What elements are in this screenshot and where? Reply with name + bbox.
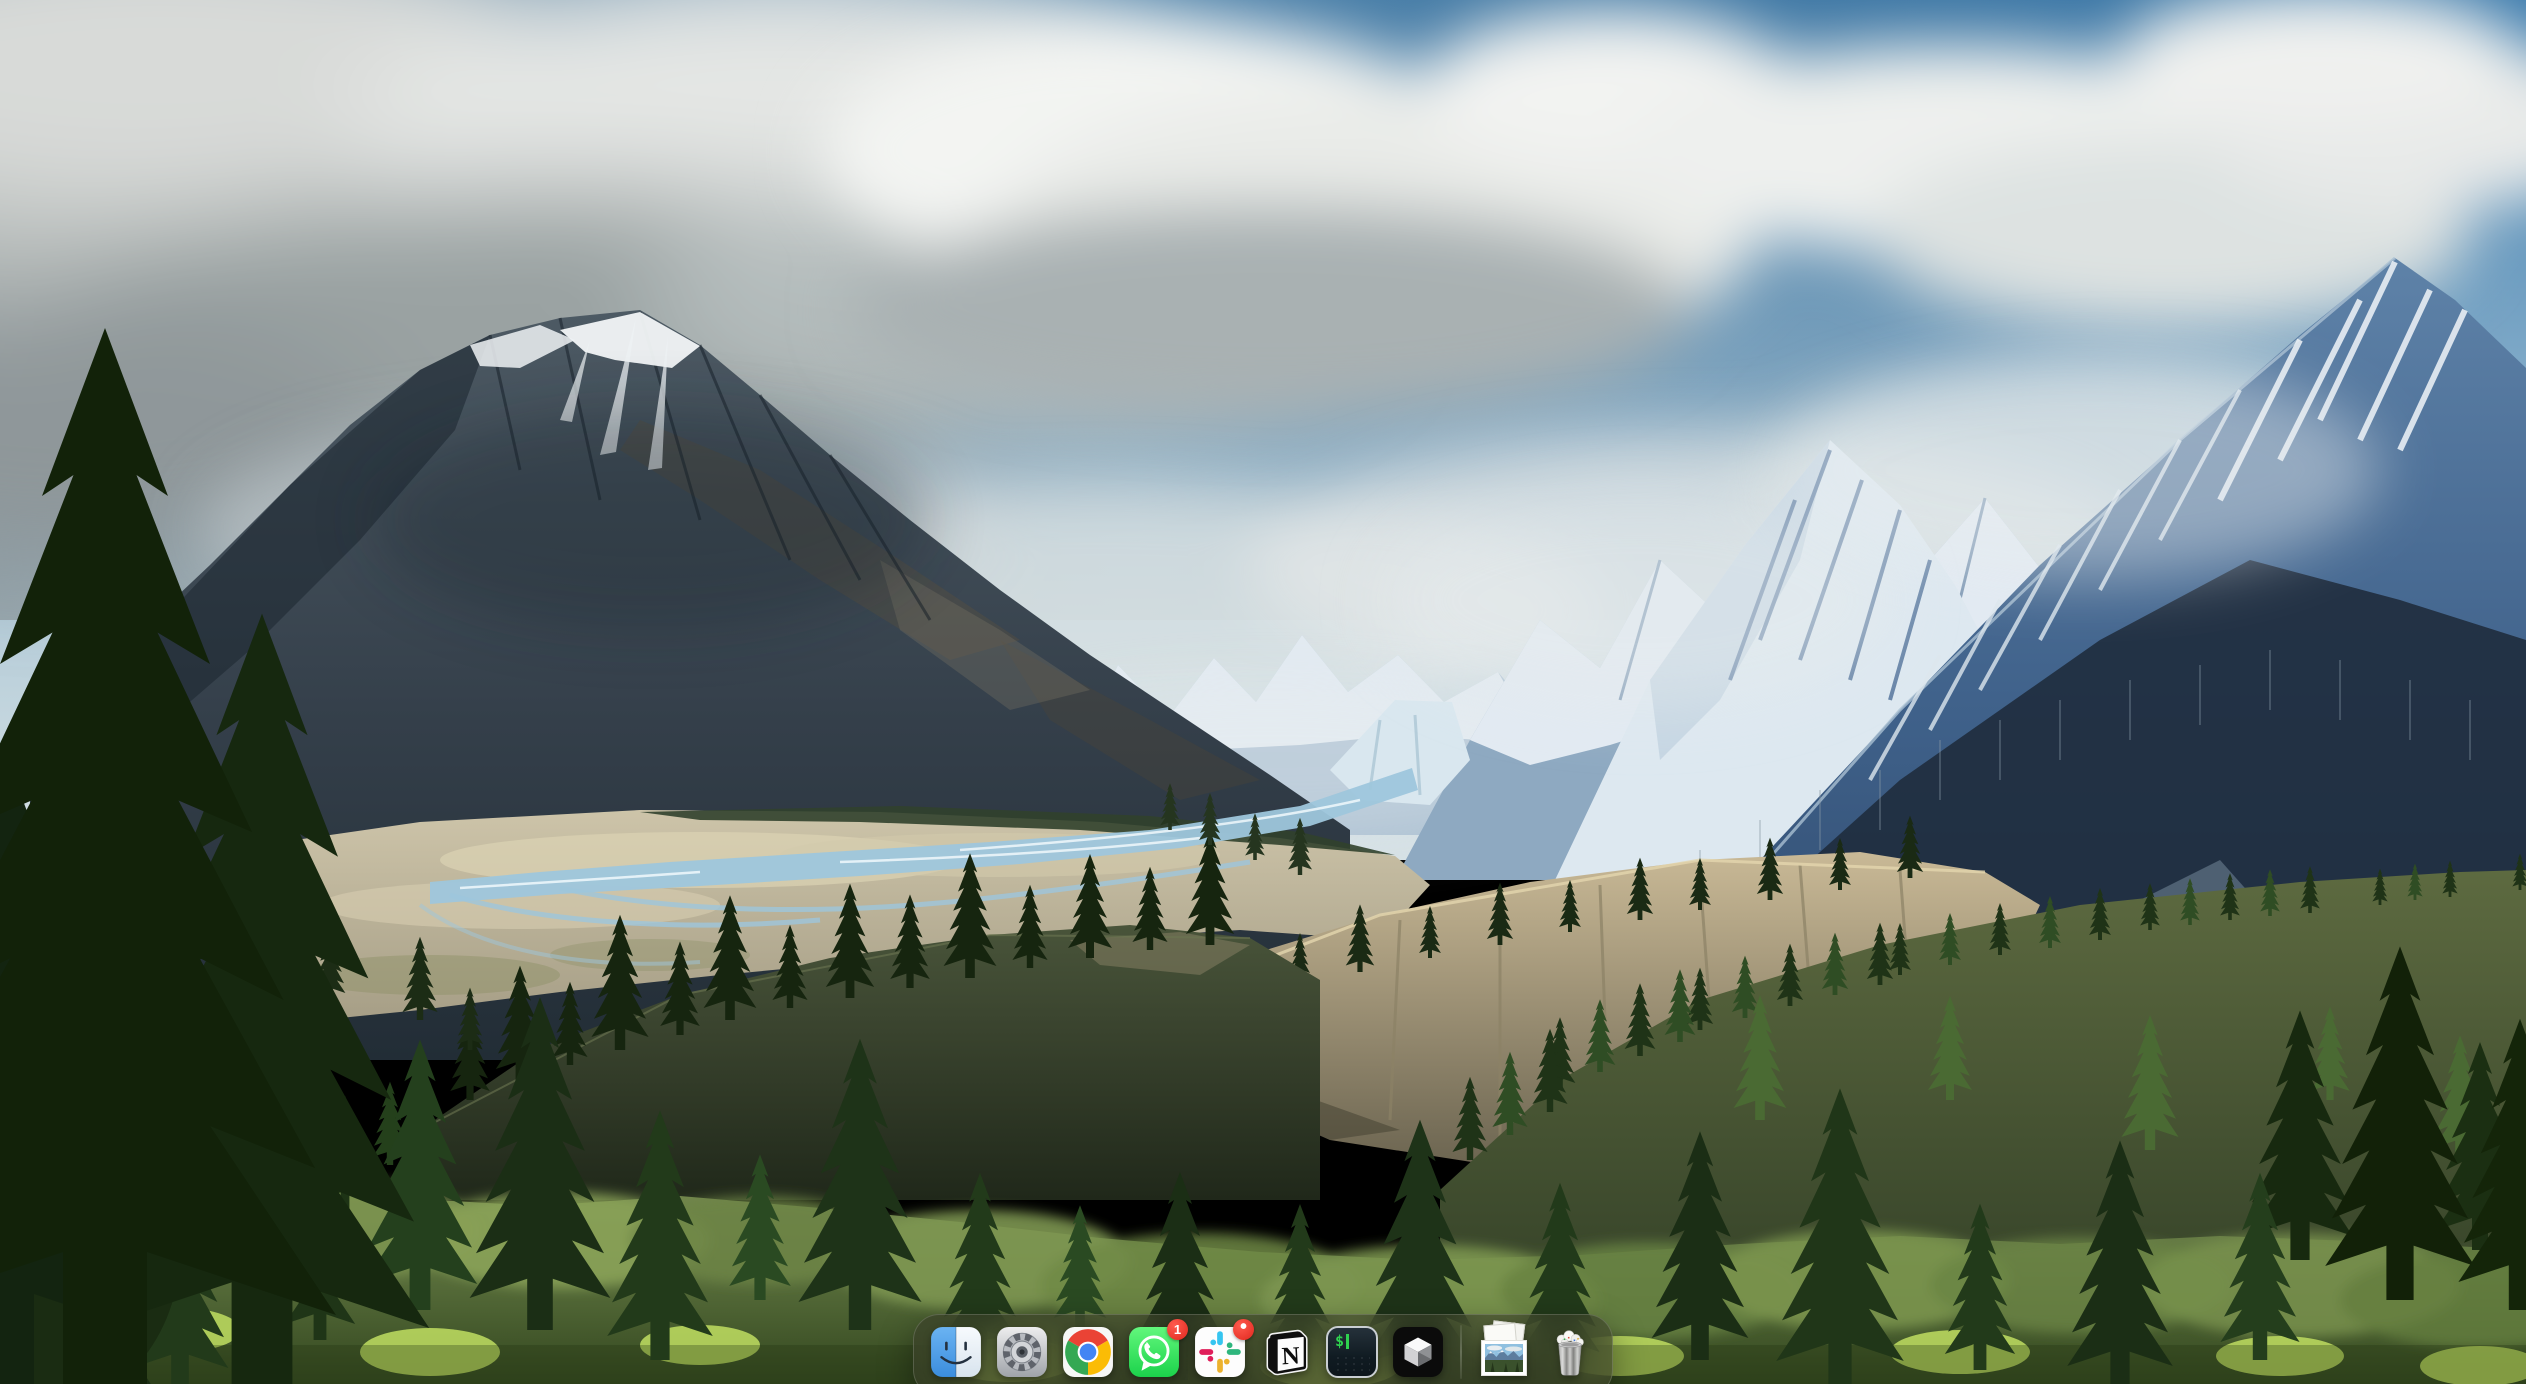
notion-letter: N (1281, 1343, 1300, 1371)
terminal-dot-grid (1334, 1355, 1370, 1371)
notion-icon: N (1260, 1326, 1312, 1378)
screenshot-stack-icon (1478, 1326, 1530, 1378)
chrome-icon (1062, 1326, 1114, 1378)
dock-item-trash[interactable] (1544, 1326, 1596, 1378)
dock-item-system-settings[interactable] (996, 1326, 1048, 1378)
dock-item-terminal[interactable]: $ (1326, 1326, 1378, 1378)
dock-item-slack[interactable]: • (1194, 1326, 1246, 1378)
trash-full-icon (1544, 1326, 1596, 1378)
dock-item-finder[interactable] (930, 1326, 982, 1378)
cube-app-icon (1392, 1326, 1444, 1378)
dock: 1 • N $ (913, 1314, 1613, 1384)
terminal-cursor-icon (1346, 1334, 1349, 1349)
dock-item-notion[interactable]: N (1260, 1326, 1312, 1378)
dock-separator (1460, 1325, 1462, 1379)
terminal-prompt: $ (1335, 1332, 1349, 1350)
dock-item-screenshot-stack[interactable] (1478, 1326, 1530, 1378)
dock-item-chrome[interactable] (1062, 1326, 1114, 1378)
screenshot-thumbnail (1481, 1340, 1527, 1376)
finder-icon (930, 1326, 982, 1378)
dock-item-cube-app[interactable] (1392, 1326, 1444, 1378)
whatsapp-notification-badge: 1 (1167, 1319, 1188, 1340)
terminal-icon: $ (1326, 1326, 1378, 1378)
desktop: 1 • N $ (0, 0, 2526, 1384)
wallpaper-mountain-landscape (0, 0, 2526, 1384)
dock-item-whatsapp[interactable]: 1 (1128, 1326, 1180, 1378)
system-settings-icon (996, 1326, 1048, 1378)
slack-notification-badge: • (1233, 1319, 1254, 1340)
